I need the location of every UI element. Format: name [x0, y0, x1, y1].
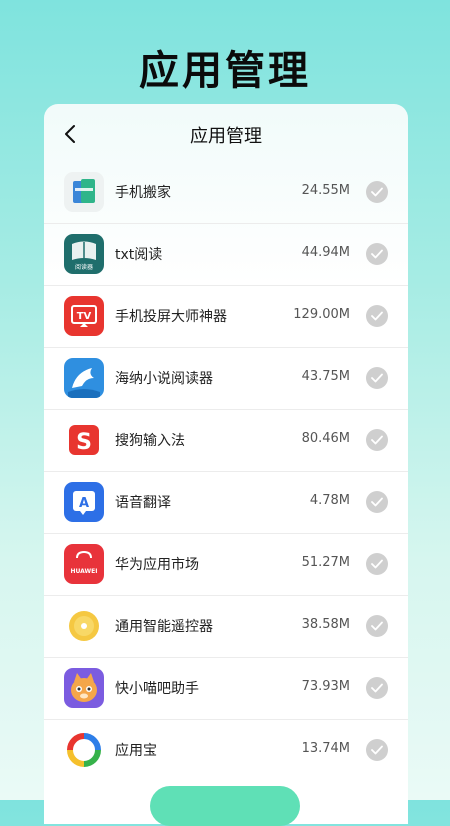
select-checkbox[interactable] [366, 243, 388, 265]
select-checkbox[interactable] [366, 181, 388, 203]
app-size: 13.74M [301, 741, 350, 756]
check-icon [371, 435, 383, 445]
app-name: 海纳小说阅读器 [115, 371, 213, 387]
app-name: 通用智能遥控器 [115, 619, 213, 635]
tv-cast-icon-label: TV [77, 311, 92, 322]
app-manager-panel: 应用管理 手机搬家 24.55M 阅读器 txt阅读 44.94M TV 手机投… [44, 104, 408, 824]
app-name: 手机投屏大师神器 [115, 309, 227, 325]
select-checkbox[interactable] [366, 305, 388, 327]
page-banner-title: 应用管理 [139, 48, 311, 94]
app-name: 应用宝 [115, 743, 157, 759]
translate-icon-label: A [79, 496, 89, 511]
app-size: 38.58M [301, 617, 350, 632]
yingyongbao-icon [64, 730, 104, 770]
check-icon [371, 373, 383, 383]
app-row-cat-assistant[interactable]: 快小喵吧助手 73.93M [44, 658, 408, 720]
app-size: 24.55M [301, 183, 350, 198]
select-checkbox[interactable] [366, 553, 388, 575]
check-icon [371, 621, 383, 631]
remote-control-icon [64, 606, 104, 646]
check-icon [371, 497, 383, 507]
chevron-left-icon [65, 125, 75, 143]
huawei-icon-label: HUAWEI [70, 568, 97, 575]
app-size: 43.75M [301, 369, 350, 384]
app-row-haina-reader[interactable]: 海纳小说阅读器 43.75M [44, 348, 408, 410]
translate-icon: A [64, 482, 104, 522]
select-checkbox[interactable] [366, 491, 388, 513]
sogou-icon-label: S [76, 430, 92, 455]
app-list: 手机搬家 24.55M 阅读器 txt阅读 44.94M TV 手机投屏大师神器… [44, 162, 408, 781]
app-name: 快小喵吧助手 [115, 681, 199, 697]
app-name: 语音翻译 [115, 495, 171, 511]
check-icon [371, 187, 383, 197]
app-row-remote-control[interactable]: 通用智能遥控器 38.58M [44, 596, 408, 658]
app-row-sogou-input[interactable]: S 搜狗输入法 80.46M [44, 410, 408, 472]
app-row-voice-translate[interactable]: A 语音翻译 4.78M [44, 472, 408, 534]
check-icon [371, 559, 383, 569]
select-checkbox[interactable] [366, 429, 388, 451]
huawei-appgallery-icon: HUAWEI [64, 544, 104, 584]
header: 应用管理 [44, 104, 408, 162]
app-row-phone-clone[interactable]: 手机搬家 24.55M [44, 162, 408, 224]
select-checkbox[interactable] [366, 677, 388, 699]
app-size: 4.78M [309, 493, 350, 508]
app-size: 51.27M [301, 555, 350, 570]
select-checkbox[interactable] [366, 615, 388, 637]
check-icon [371, 249, 383, 259]
app-name: 华为应用市场 [115, 557, 199, 573]
app-size: 44.94M [301, 245, 350, 260]
dolphin-icon [64, 358, 104, 398]
txt-reader-icon-label: 阅读器 [75, 263, 93, 271]
tv-cast-icon: TV [64, 296, 104, 336]
back-button[interactable] [58, 122, 82, 146]
app-size: 129.00M [293, 307, 350, 322]
app-row-txt-reader[interactable]: 阅读器 txt阅读 44.94M [44, 224, 408, 286]
check-icon [371, 683, 383, 693]
app-name: 手机搬家 [115, 185, 171, 201]
app-row-huawei-appgallery[interactable]: HUAWEI 华为应用市场 51.27M [44, 534, 408, 596]
select-checkbox[interactable] [366, 739, 388, 761]
check-icon [371, 745, 383, 755]
app-row-tv-cast[interactable]: TV 手机投屏大师神器 129.00M [44, 286, 408, 348]
txt-reader-icon: 阅读器 [64, 234, 104, 274]
app-name: 搜狗输入法 [115, 433, 185, 449]
app-row-yingyongbao[interactable]: 应用宝 13.74M [44, 720, 408, 781]
app-size: 73.93M [301, 679, 350, 694]
phone-clone-icon [64, 172, 104, 212]
app-name: txt阅读 [115, 247, 163, 263]
bottom-action-button[interactable] [150, 786, 300, 826]
header-title: 应用管理 [190, 126, 262, 147]
cat-icon [64, 668, 104, 708]
sogou-icon: S [64, 420, 104, 460]
select-checkbox[interactable] [366, 367, 388, 389]
check-icon [371, 311, 383, 321]
app-size: 80.46M [301, 431, 350, 446]
